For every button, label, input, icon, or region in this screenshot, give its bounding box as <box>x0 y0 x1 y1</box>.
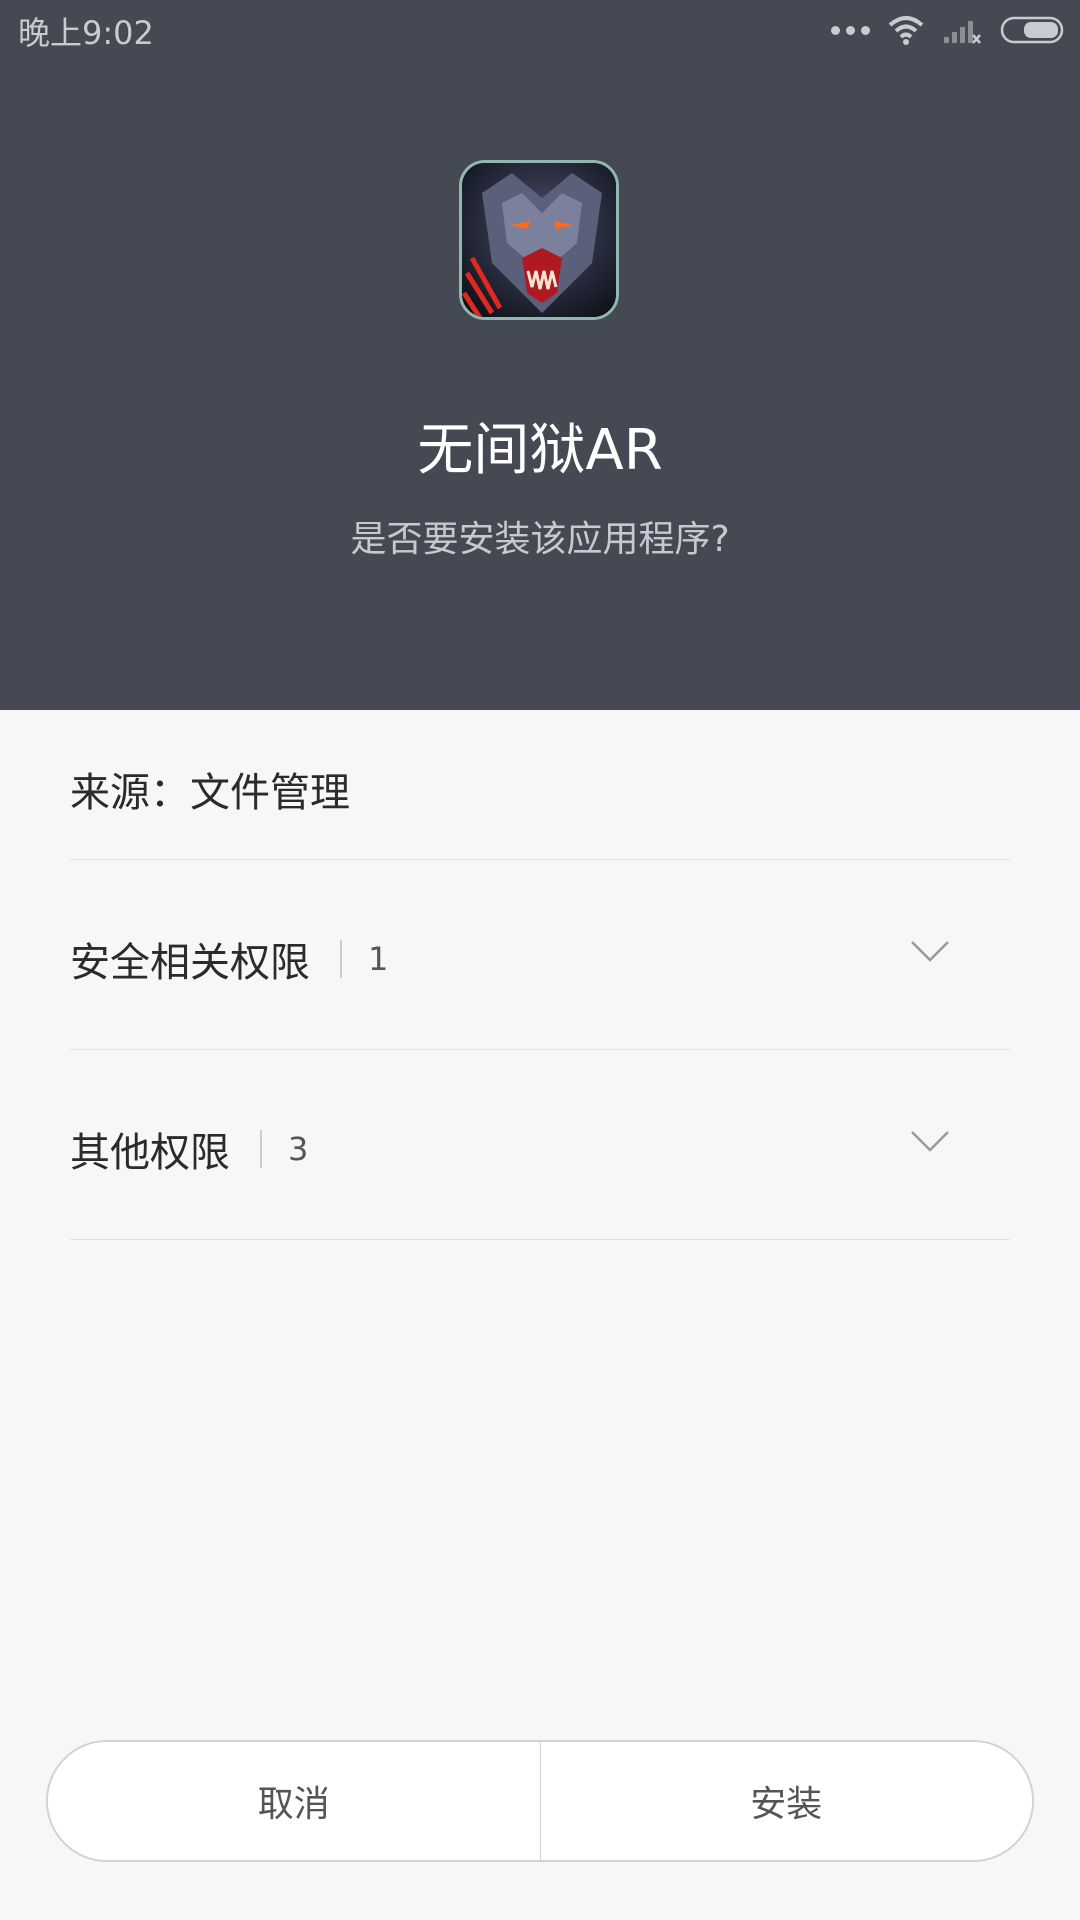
status-bar: 晚上9:02 <box>0 0 1080 60</box>
chevron-down-icon[interactable] <box>910 1130 950 1154</box>
action-buttons: 取消 安装 <box>46 1740 1034 1862</box>
cancel-button[interactable]: 取消 <box>48 1742 540 1860</box>
wifi-icon <box>888 16 924 45</box>
permission-divider <box>340 940 342 978</box>
permission-label-group: 安全相关权限 1 <box>70 930 388 988</box>
permission-row-other[interactable]: 其他权限 3 <box>70 1050 1010 1240</box>
permission-content: 来源：文件管理 安全相关权限 1 其他权限 3 <box>0 710 1080 1920</box>
more-dots-icon <box>831 25 870 35</box>
permission-divider <box>260 1130 262 1168</box>
permission-label: 安全相关权限 <box>70 940 310 986</box>
source-text: 来源：文件管理 <box>70 770 350 816</box>
status-time: 晚上9:02 <box>18 14 154 52</box>
install-header: 晚上9:02 无间狱AR 是否要安装该应用程序? <box>0 0 1080 710</box>
status-icons <box>831 12 1066 48</box>
werewolf-app-icon <box>459 160 619 320</box>
install-button[interactable]: 安装 <box>540 1742 1032 1860</box>
battery-icon <box>1000 16 1064 44</box>
permission-count: 1 <box>368 940 389 978</box>
app-name: 无间狱AR <box>417 418 663 483</box>
install-question: 是否要安装该应用程序? <box>350 519 730 560</box>
permission-label: 其他权限 <box>70 1130 230 1176</box>
cellular-signal-no-service-icon <box>944 21 981 44</box>
source-row: 来源：文件管理 <box>70 710 1010 860</box>
permission-count: 3 <box>288 1130 309 1168</box>
chevron-down-icon[interactable] <box>910 940 950 964</box>
permission-label-group: 其他权限 3 <box>70 1120 308 1178</box>
permission-row-security[interactable]: 安全相关权限 1 <box>70 860 1010 1050</box>
